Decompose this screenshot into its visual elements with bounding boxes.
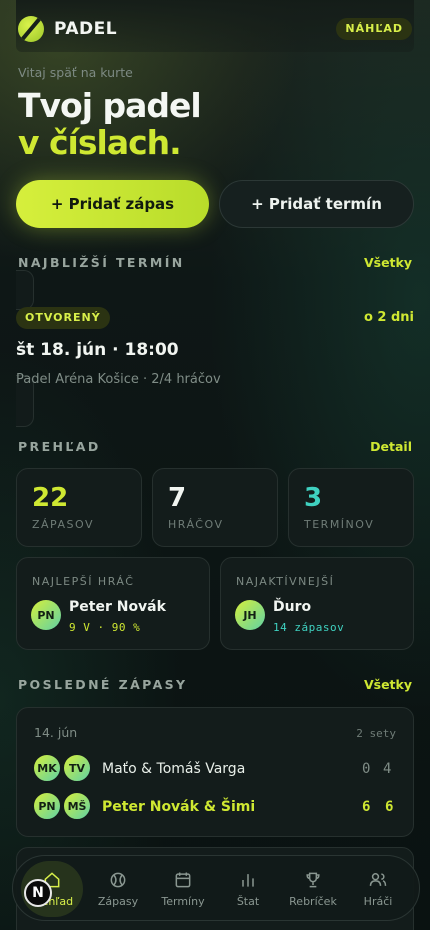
player-name: Peter Novák [69,599,166,615]
best-player-card[interactable]: NAJLEPŠÍ HRÁČ PN Peter Novák 9 V · 90 % [16,557,210,650]
brand-name: PADEL [54,19,118,39]
most-active-label: NAJAKTÍVNEJŠÍ [236,575,335,588]
trophy-icon [306,872,320,888]
stat-card-terms[interactable]: 3 TERMÍNOV [288,468,414,547]
bottom-nav: Prehľad Zápasy Termíny Štat Rebríček Hrá… [12,855,420,921]
term-countdown: o 2 dni [363,310,414,325]
team-name: Peter Novák & Šimi [102,799,256,815]
term-date[interactable]: št 18. jún · 18:00 [16,340,179,360]
stat-label: TERMÍNOV [304,518,375,531]
stat-value: 22 [32,483,69,513]
stat-value: 7 [168,483,187,513]
users-icon [369,873,387,886]
avatar: MK [32,753,62,783]
padel-logo-icon [18,16,44,42]
avatar: PN [31,600,61,630]
stat-value: 3 [304,483,323,513]
team-name: Maťo & Tomáš Varga [102,761,246,777]
add-term-button[interactable]: + Pridať termín [219,180,414,228]
player-stat: 14 zápasov [273,621,345,634]
match-card[interactable]: 14. jún 2 sety MK TV Maťo & Tomáš Varga … [16,707,414,837]
nav-item-matches[interactable]: Zápasy [87,856,149,922]
nav-item-ranking[interactable]: Rebríček [282,856,344,922]
preview-badge: NÁHĽAD [336,18,412,40]
avatar: TV [62,753,92,783]
status-badge: OTVORENÝ [16,307,110,329]
match-sets: 2 sety [356,727,396,740]
page-title-line1: Tvoj padel [18,86,202,125]
best-player-label: NAJLEPŠÍ HRÁČ [32,575,135,588]
nav-item-stats[interactable]: Štat [217,856,279,922]
term-card-edge [16,270,34,310]
stat-label: ZÁPASOV [32,518,94,531]
last-matches-title: POSLEDNÉ ZÁPASY [18,677,188,692]
overview-detail-link[interactable]: Detail [370,439,412,454]
next-term-title: NAJBLIŽŠÍ TERMÍN [18,255,185,270]
avatar: MŠ [62,791,92,821]
nav-label: Termíny [161,895,205,908]
nav-label: Štat [236,895,260,908]
calendar-icon [175,872,191,888]
overview-title: PREHĽAD [18,439,101,454]
term-place: Padel Aréna Košice · 2/4 hráčov [16,372,221,387]
next-term-all-link[interactable]: Všetky [364,255,412,270]
most-active-card[interactable]: NAJAKTÍVNEJŠÍ JH Ďuro 14 zápasov [220,557,414,650]
greeting: Vitaj späť na kurte [18,65,133,80]
set-score: 0 [362,761,371,777]
stats-icon [242,874,254,887]
player-name: Ďuro [273,599,312,615]
page-title-line2: v číslach. [18,123,182,162]
stat-card-players[interactable]: 7 HRÁČOV [152,468,278,547]
stat-label: HRÁČOV [168,518,224,531]
nav-label: Zápasy [97,895,139,908]
avatar: JH [235,600,265,630]
nav-label: Hráči [363,895,393,908]
nav-item-terms[interactable]: Termíny [152,856,214,922]
avatar: PN [32,791,62,821]
stat-card-matches[interactable]: 22 ZÁPASOV [16,468,142,547]
ball-icon [110,872,126,888]
nav-label: Rebríček [289,895,337,908]
set-score: 6 [362,799,371,815]
last-matches-all-link[interactable]: Všetky [364,677,412,692]
match-date: 14. jún [34,725,78,740]
floating-action-button[interactable]: N [24,879,52,907]
set-score: 4 [383,761,392,777]
player-stat: 9 V · 90 % [69,621,141,634]
set-score: 6 [385,799,394,815]
nav-item-players[interactable]: Hráči [347,856,409,922]
add-match-button[interactable]: + Pridať zápas [16,180,209,228]
